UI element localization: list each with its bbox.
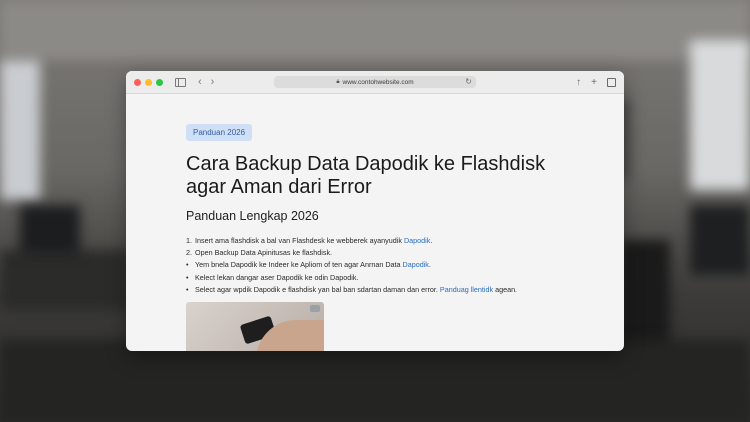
lock-icon: 🔒︎ — [336, 78, 340, 85]
article-content: Panduan 2026 Cara Backup Data Dapodik ke… — [186, 122, 606, 296]
share-icon[interactable]: ↑ — [576, 77, 581, 88]
list-item: 1. Insert ama flashdisk a bal van Flashde… — [186, 236, 433, 245]
ceiling — [0, 0, 750, 60]
article-title-line2: agar Aman dari Error — [186, 176, 372, 198]
maximize-window-button[interactable] — [156, 78, 163, 86]
close-window-button[interactable] — [134, 78, 141, 86]
url-text: www.contohwebsite.com — [342, 78, 414, 86]
toolbar-actions: ↑ + — [576, 71, 616, 93]
new-tab-icon[interactable]: + — [591, 77, 597, 88]
browser-toolbar: ‹ › 🔒︎ www.contohwebsite.com ↻ ↑ + — [126, 71, 624, 94]
article-title: Cara Backup Data Dapodik ke Flashdisk ag… — [186, 153, 606, 199]
monitor-right — [690, 205, 750, 275]
list-item: • Kelect lekan dangar aser Dapodik ke odi… — [186, 272, 359, 282]
address-bar[interactable]: 🔒︎ www.contohwebsite.com ↻ — [274, 76, 476, 88]
steps-list: 1. Insert ama flashdisk a bal van Flashde… — [186, 235, 606, 296]
window-right — [690, 40, 750, 190]
reload-icon[interactable]: ↻ — [465, 77, 472, 86]
category-tag[interactable]: Panduan 2026 — [186, 124, 253, 141]
dapodik-link[interactable]: Dapodik — [404, 236, 430, 245]
image-icon — [310, 305, 320, 312]
list-item: • Select agar wpdik Dapodik e flashdisk y… — [186, 284, 518, 294]
sidebar-icon[interactable] — [175, 77, 186, 87]
floor — [0, 340, 750, 422]
article-title-line1: Cara Backup Data Dapodik ke Flashdisk — [186, 153, 546, 175]
forward-icon[interactable]: › — [211, 76, 215, 88]
desk-left — [0, 250, 130, 310]
browser-window: ‹ › 🔒︎ www.contohwebsite.com ↻ ↑ + Pandu… — [126, 71, 624, 351]
window-controls — [134, 78, 163, 86]
tabs-icon[interactable] — [607, 77, 616, 87]
dapodik-link[interactable]: Dapodik — [403, 260, 429, 269]
window-left — [0, 60, 40, 200]
minimize-window-button[interactable] — [145, 78, 152, 86]
list-item: • Yem bnela Dapodik ke Indeer ke Apliom o… — [186, 260, 431, 270]
guide-link[interactable]: Panduag llentidk — [440, 285, 493, 294]
back-icon[interactable]: ‹ — [198, 76, 202, 88]
article-subtitle: Panduan Lengkap 2026 — [186, 209, 319, 223]
list-item: 2. Open Backup Data Apinitusas ke flashdi… — [186, 248, 333, 258]
article-image — [186, 302, 324, 351]
monitor-left — [20, 205, 80, 255]
